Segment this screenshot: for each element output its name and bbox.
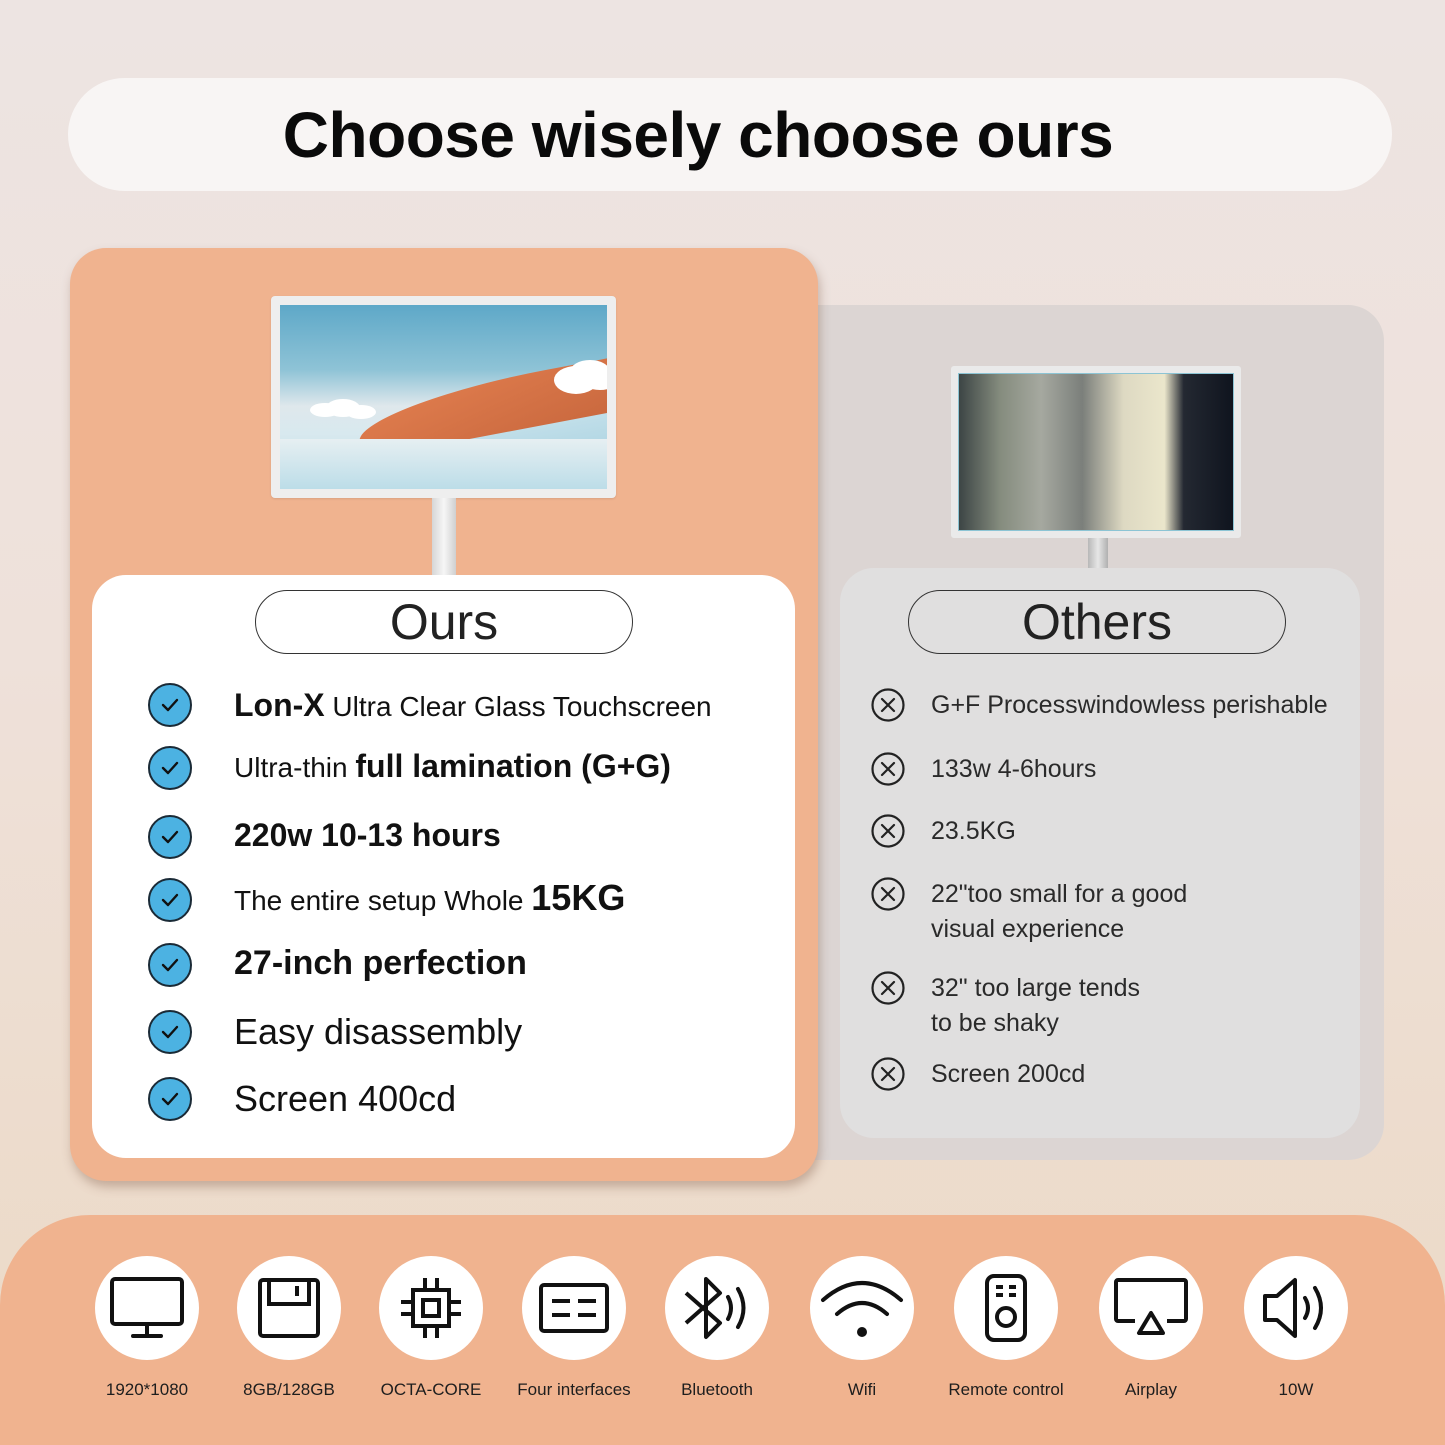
x-circle-icon (871, 877, 905, 911)
check-icon (148, 683, 192, 727)
feature-cpu: OCTA-CORE (361, 1256, 501, 1400)
feature-remote-control: Remote control (936, 1256, 1076, 1400)
monitor-icon (110, 1277, 184, 1338)
feature-bluetooth: Bluetooth (647, 1256, 787, 1400)
title-banner: Choose wisely choose ours (68, 78, 1392, 191)
bluetooth-icon (684, 1277, 746, 1339)
wifi-icon (821, 1281, 903, 1337)
remote-control-icon (985, 1274, 1027, 1342)
feature-speaker: 10W (1226, 1256, 1366, 1400)
x-circle-icon (871, 814, 905, 848)
ours-monitor-image (271, 296, 616, 498)
feature-interfaces: Four interfaces (504, 1256, 644, 1400)
check-icon (148, 1010, 192, 1054)
ours-item: 220w 10-13 hours (148, 815, 501, 859)
speaker-icon (1263, 1278, 1323, 1338)
feature-storage: 8GB/128GB (219, 1256, 359, 1400)
cpu-chip-icon (401, 1278, 461, 1338)
check-icon (148, 1077, 192, 1121)
ours-item: Easy disassembly (148, 1010, 522, 1054)
airplay-icon (1114, 1278, 1188, 1335)
check-icon (148, 878, 192, 922)
others-label: Others (908, 590, 1286, 654)
others-item: 23.5KG (871, 814, 1016, 849)
x-circle-icon (871, 752, 905, 786)
ours-card (92, 575, 795, 1158)
storage-icon (258, 1278, 320, 1338)
others-item: 133w 4-6hours (871, 752, 1096, 787)
others-item: Screen 200cd (871, 1057, 1085, 1092)
ours-item: The entire setup Whole 15KG (148, 878, 625, 922)
ours-item: Screen 400cd (148, 1077, 456, 1121)
others-monitor-image (951, 366, 1241, 538)
others-item: 32" too large tends to be shaky (871, 971, 1140, 1041)
ours-monitor-stand (432, 498, 456, 576)
check-icon (148, 746, 192, 790)
ours-item: Ultra-thin full lamination (G+G) (148, 746, 671, 790)
x-circle-icon (871, 1057, 905, 1091)
ours-label: Ours (255, 590, 633, 654)
interfaces-icon (539, 1283, 609, 1333)
check-icon (148, 815, 192, 859)
others-monitor-stand (1088, 538, 1108, 568)
check-icon (148, 943, 192, 987)
others-item: G+F Processwindowless perishable (871, 688, 1328, 723)
others-item: 22"too small for a good visual experience (871, 877, 1187, 947)
feature-airplay: Airplay (1081, 1256, 1221, 1400)
feature-wifi: Wifi (792, 1256, 932, 1400)
ours-item: 27-inch perfection (148, 943, 527, 987)
page-title: Choose wisely choose ours (282, 98, 1114, 171)
ours-item: Lon-X Ultra Clear Glass Touchscreen (148, 683, 712, 727)
x-circle-icon (871, 688, 905, 722)
x-circle-icon (871, 971, 905, 1005)
feature-resolution: 1920*1080 (77, 1256, 217, 1400)
